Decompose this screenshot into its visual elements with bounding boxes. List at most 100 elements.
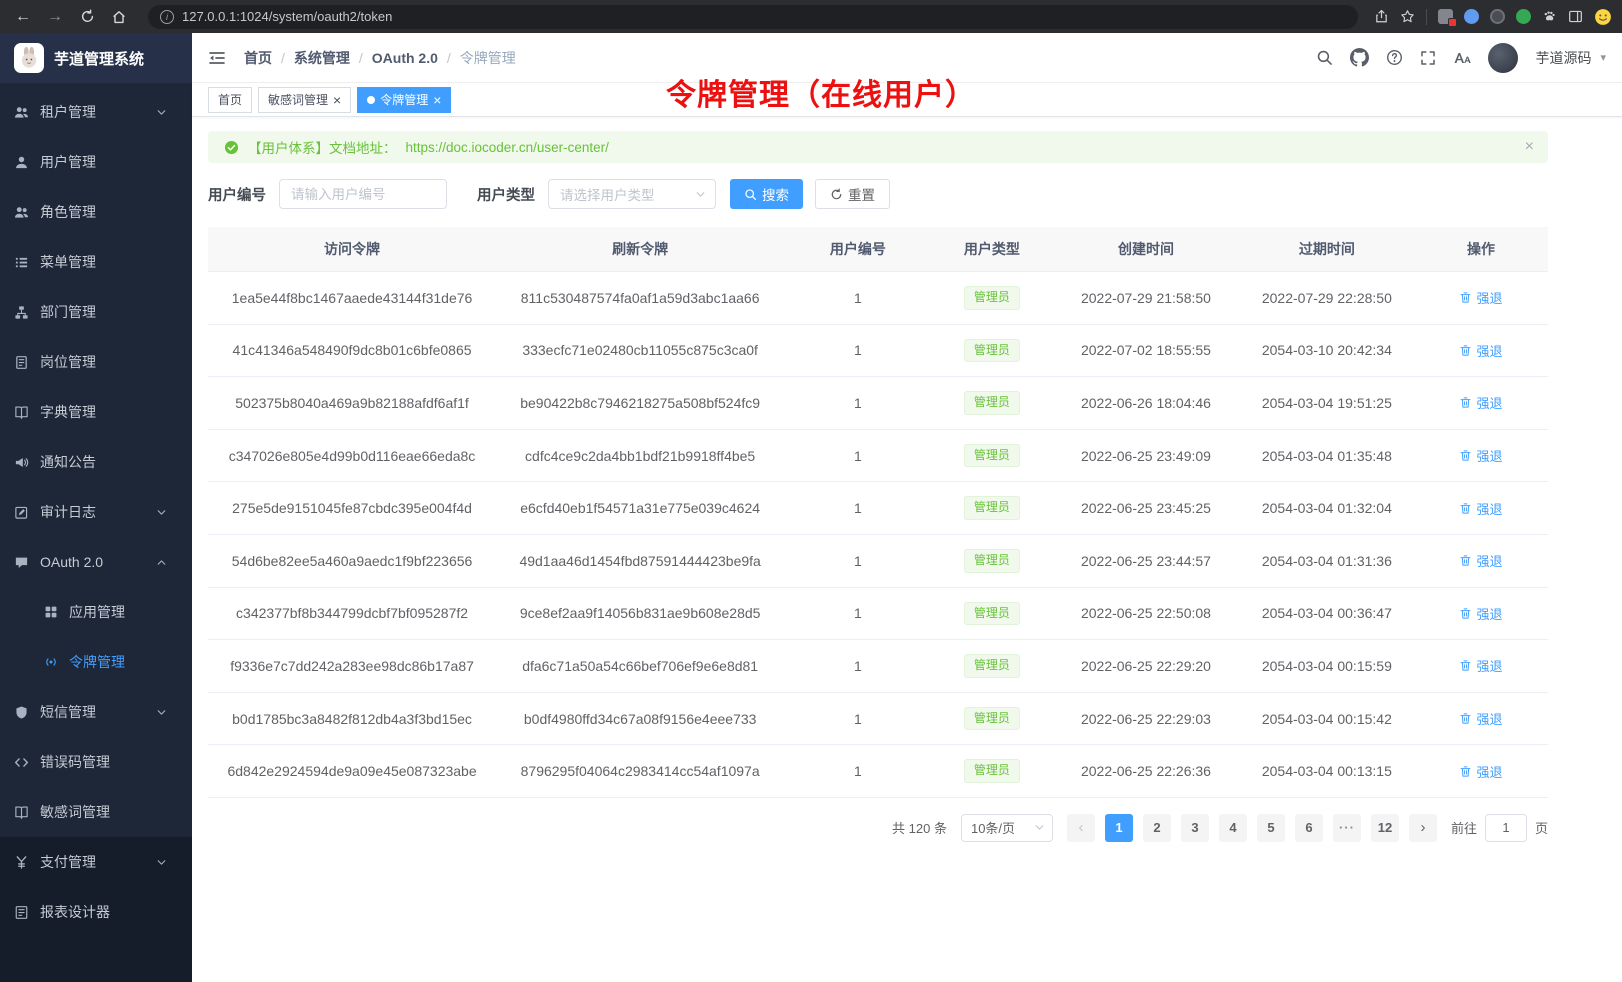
shield-icon [14, 705, 29, 720]
sidebar-item-menu[interactable]: 菜单管理 [0, 237, 192, 287]
sidebar-item-sensitive-word[interactable]: 敏感词管理 [0, 787, 192, 837]
caret-down-icon[interactable]: ▾ [1600, 51, 1606, 64]
role-icon [14, 205, 29, 220]
tab-close-icon[interactable]: × [433, 93, 441, 107]
side-panel-icon[interactable] [1568, 9, 1583, 24]
force-logout-button[interactable]: 强退 [1459, 446, 1502, 465]
sidebar-item-tenant[interactable]: 租户管理 [0, 87, 192, 137]
sidebar-menu-bottom: 支付管理报表设计器 [0, 837, 192, 982]
table-row: 502375b8040a469a9b82188afdf6af1fbe90422b… [208, 377, 1548, 430]
sidebar-item-user[interactable]: 用户管理 [0, 137, 192, 187]
reset-button[interactable]: 重置 [815, 179, 890, 209]
sidebar-item-notice[interactable]: 通知公告 [0, 437, 192, 487]
page-button-6[interactable]: 6 [1295, 814, 1323, 842]
tab-token[interactable]: 令牌管理× [357, 87, 451, 113]
extension-icon-badged[interactable] [1438, 9, 1453, 24]
fullscreen-icon[interactable] [1420, 50, 1436, 66]
search-button[interactable]: 搜索 [730, 179, 803, 209]
page-button-3[interactable]: 3 [1181, 814, 1209, 842]
alert-close-icon[interactable]: × [1525, 138, 1534, 156]
browser-toolbar: ← → i 127.0.0.1:1024/system/oauth2/token [0, 0, 1622, 33]
menu-icon [14, 255, 29, 270]
pager: ‹ 123456···12 › [1067, 814, 1437, 842]
doc-link[interactable]: https://doc.iocoder.cn/user-center/ [406, 140, 609, 155]
page-button-5[interactable]: 5 [1257, 814, 1285, 842]
action-cell: 强退 [1414, 745, 1548, 798]
back-button[interactable]: ← [10, 4, 36, 30]
sidebar-item-label: 报表设计器 [40, 902, 110, 922]
font-size-icon[interactable] [1453, 50, 1471, 66]
extension-icon-green[interactable] [1516, 9, 1531, 24]
page-button-4[interactable]: 4 [1219, 814, 1247, 842]
pager-more-button[interactable]: ··· [1333, 814, 1361, 842]
table-row: c342377bf8b344799dcbf7bf095287f29ce8ef2a… [208, 587, 1548, 640]
sidebar-item-oauth2-app[interactable]: 应用管理 [0, 587, 192, 637]
user-avatar[interactable] [1488, 43, 1518, 73]
tab-close-icon[interactable]: × [333, 93, 341, 107]
username[interactable]: 芋道源码 [1535, 48, 1591, 68]
search-icon[interactable] [1316, 49, 1333, 66]
search-button-icon [744, 188, 757, 201]
sidebar-item-oauth2[interactable]: OAuth 2.0 [0, 537, 192, 587]
user-type-tag: 管理员 [964, 602, 1020, 626]
page-button-12[interactable]: 12 [1371, 814, 1399, 842]
extension-icon-blue[interactable] [1464, 9, 1479, 24]
chat-icon [14, 555, 29, 570]
sidebar-item-role[interactable]: 角色管理 [0, 187, 192, 237]
force-logout-button[interactable]: 强退 [1459, 499, 1502, 518]
page-button-1[interactable]: 1 [1105, 814, 1133, 842]
force-logout-button[interactable]: 强退 [1459, 762, 1502, 781]
app-logo-area[interactable]: 芋道管理系统 [0, 33, 192, 83]
sidebar-item-audit-log[interactable]: 审计日志 [0, 487, 192, 537]
sidebar-item-sms[interactable]: 短信管理 [0, 687, 192, 737]
sidebar-item-oauth2-token[interactable]: 令牌管理 [0, 637, 192, 687]
next-page-button[interactable]: › [1409, 814, 1437, 842]
breadcrumb-item[interactable]: 首页 [244, 48, 272, 68]
help-icon[interactable] [1386, 49, 1403, 66]
sidebar-item-dict[interactable]: 字典管理 [0, 387, 192, 437]
force-logout-button[interactable]: 强退 [1459, 393, 1502, 412]
sidebar-item-post[interactable]: 岗位管理 [0, 337, 192, 387]
force-logout-button[interactable]: 强退 [1459, 551, 1502, 570]
sidebar-item-label: 令牌管理 [69, 652, 125, 672]
breadcrumb-item[interactable]: OAuth 2.0 [372, 50, 438, 66]
force-logout-button[interactable]: 强退 [1459, 288, 1502, 307]
bookmark-star-icon[interactable] [1400, 9, 1415, 24]
force-logout-button[interactable]: 强退 [1459, 709, 1502, 728]
reload-button[interactable] [74, 4, 100, 30]
sidebar-toggle-icon[interactable] [208, 50, 226, 66]
sidebar-item-pay[interactable]: 支付管理 [0, 837, 192, 887]
goto-page-input[interactable] [1485, 814, 1527, 842]
user-type-select[interactable]: 请选择用户类型 [548, 179, 716, 209]
tab-sensitive-word[interactable]: 敏感词管理× [258, 87, 351, 113]
access-token-cell: 41c41346a548490f9dc8b01c6bfe0865 [208, 324, 496, 377]
force-logout-button[interactable]: 强退 [1459, 604, 1502, 623]
breadcrumb-item[interactable]: 系统管理 [294, 48, 350, 68]
reload-icon [80, 9, 95, 24]
home-button[interactable] [106, 4, 132, 30]
user-type-tag: 管理员 [964, 391, 1020, 415]
pagination: 共 120 条 10条/页 ‹ 123456···12 › 前往 页 [208, 814, 1548, 842]
github-icon[interactable] [1350, 48, 1369, 67]
extension-icon-dark[interactable] [1490, 9, 1505, 24]
page-button-2[interactable]: 2 [1143, 814, 1171, 842]
force-logout-button[interactable]: 强退 [1459, 341, 1502, 360]
share-icon[interactable] [1374, 9, 1389, 24]
address-bar[interactable]: i 127.0.0.1:1024/system/oauth2/token [148, 5, 1358, 29]
site-info-icon[interactable]: i [160, 10, 174, 24]
extension-icon-paw[interactable] [1542, 9, 1557, 24]
page-size-select[interactable]: 10条/页 [961, 814, 1053, 842]
browser-profile-avatar[interactable] [1594, 8, 1612, 26]
force-logout-button[interactable]: 强退 [1459, 656, 1502, 675]
sidebar-item-dept[interactable]: 部门管理 [0, 287, 192, 337]
delete-icon [1459, 554, 1472, 567]
force-logout-label: 强退 [1476, 709, 1502, 728]
sidebar-item-label: 租户管理 [40, 102, 96, 122]
tab-home[interactable]: 首页 [208, 87, 252, 113]
prev-page-button[interactable]: ‹ [1067, 814, 1095, 842]
sidebar-item-error-code[interactable]: 错误码管理 [0, 737, 192, 787]
sidebar-item-report[interactable]: 报表设计器 [0, 887, 192, 937]
user-type-tag: 管理员 [964, 496, 1020, 520]
user-id-input[interactable] [279, 179, 447, 209]
forward-button[interactable]: → [42, 4, 68, 30]
